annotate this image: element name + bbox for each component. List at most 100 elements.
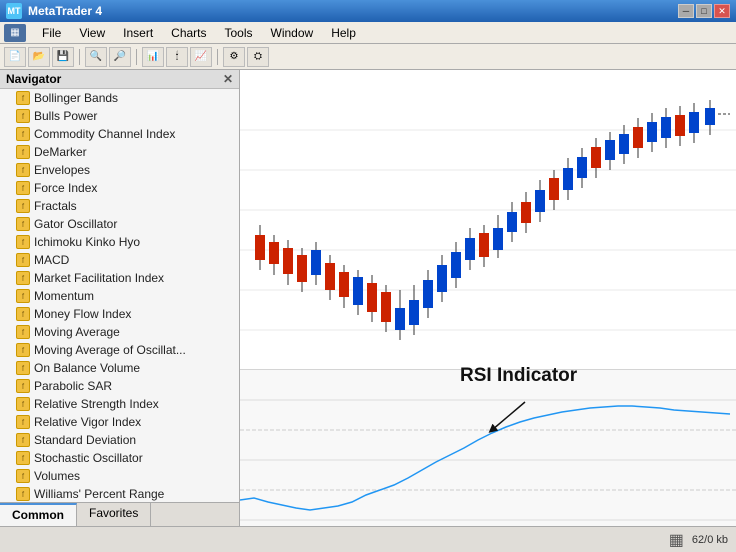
indicator-label: Force Index <box>34 181 97 195</box>
title-bar: MT MetaTrader 4 ─ □ ✕ <box>0 0 736 22</box>
nav-item[interactable]: f Ichimoku Kinko Hyo <box>0 233 239 251</box>
indicator-icon: f <box>16 379 30 393</box>
nav-item[interactable]: f Bollinger Bands <box>0 89 239 107</box>
indicator-icon: f <box>16 253 30 267</box>
toolbar-save[interactable]: 💾 <box>52 47 74 67</box>
indicator-label: DeMarker <box>34 145 87 159</box>
indicator-icon: f <box>16 307 30 321</box>
toolbar-settings[interactable]: ⛭ <box>247 47 269 67</box>
nav-item[interactable]: f Gator Oscillator <box>0 215 239 233</box>
indicator-icon: f <box>16 181 30 195</box>
indicator-icon: f <box>16 469 30 483</box>
indicator-icon: f <box>16 343 30 357</box>
toolbar-zoom-out[interactable]: 🔎 <box>109 47 131 67</box>
indicator-label: Williams' Percent Range <box>34 487 164 501</box>
toolbar-sep1 <box>79 49 80 65</box>
nav-item[interactable]: f DeMarker <box>0 143 239 161</box>
toolbar-open[interactable]: 📂 <box>28 47 50 67</box>
indicator-label: Standard Deviation <box>34 433 136 447</box>
status-bar: ▦ 62/0 kb <box>0 526 736 552</box>
indicator-icon: f <box>16 415 30 429</box>
status-chart-icon: ▦ <box>669 530 684 550</box>
nav-item[interactable]: f Stochastic Oscillator <box>0 449 239 467</box>
indicator-label: Market Facilitation Index <box>34 271 164 285</box>
nav-item[interactable]: f Relative Vigor Index <box>0 413 239 431</box>
indicator-icon: f <box>16 325 30 339</box>
navigator-list[interactable]: f Bollinger Bands f Bulls Power f Commod… <box>0 89 239 502</box>
toolbar: 📄 📂 💾 🔍 🔎 📊 🕯 📈 ⚙ ⛭ <box>0 44 736 70</box>
indicator-label: Gator Oscillator <box>34 217 117 231</box>
indicator-label: Money Flow Index <box>34 307 131 321</box>
window-controls: ─ □ ✕ <box>678 4 730 18</box>
nav-item[interactable]: f Moving Average of Oscillat... <box>0 341 239 359</box>
title-bar-title: MetaTrader 4 <box>28 4 102 18</box>
indicator-label: On Balance Volume <box>34 361 140 375</box>
indicator-icon: f <box>16 163 30 177</box>
indicator-label: Parabolic SAR <box>34 379 112 393</box>
minimize-button[interactable]: ─ <box>678 4 694 18</box>
indicator-icon: f <box>16 145 30 159</box>
indicator-label: Momentum <box>34 289 94 303</box>
navigator-panel: Navigator ✕ f Bollinger Bands f Bulls Po… <box>0 70 240 526</box>
indicator-label: Relative Vigor Index <box>34 415 141 429</box>
indicator-label: Moving Average of Oscillat... <box>34 343 186 357</box>
indicator-label: Stochastic Oscillator <box>34 451 143 465</box>
nav-item[interactable]: f Market Facilitation Index <box>0 269 239 287</box>
menu-tools[interactable]: Tools <box>217 24 261 42</box>
indicator-icon: f <box>16 127 30 141</box>
menu-file[interactable]: File <box>34 24 69 42</box>
chart-area[interactable]: RSI Indicator <box>240 70 736 526</box>
indicator-icon: f <box>16 451 30 465</box>
nav-item[interactable]: f Money Flow Index <box>0 305 239 323</box>
tab-favorites[interactable]: Favorites <box>77 503 151 526</box>
menu-help[interactable]: Help <box>323 24 364 42</box>
indicator-icon: f <box>16 199 30 213</box>
toolbar-new[interactable]: 📄 <box>4 47 26 67</box>
nav-item[interactable]: f Commodity Channel Index <box>0 125 239 143</box>
tab-common[interactable]: Common <box>0 503 77 526</box>
toolbar-candle[interactable]: 🕯 <box>166 47 188 67</box>
app-menu-icon: ▦ <box>4 24 26 42</box>
nav-item[interactable]: f MACD <box>0 251 239 269</box>
indicator-icon: f <box>16 433 30 447</box>
nav-item[interactable]: f Volumes <box>0 467 239 485</box>
toolbar-zoom-in[interactable]: 🔍 <box>85 47 107 67</box>
indicator-icon: f <box>16 109 30 123</box>
nav-item[interactable]: f Relative Strength Index <box>0 395 239 413</box>
indicator-icon: f <box>16 487 30 501</box>
indicator-icon: f <box>16 217 30 231</box>
toolbar-bar-chart[interactable]: 📊 <box>142 47 164 67</box>
nav-item[interactable]: f Moving Average <box>0 323 239 341</box>
indicator-label: Relative Strength Index <box>34 397 159 411</box>
indicator-label: Envelopes <box>34 163 90 177</box>
indicator-label: Bulls Power <box>34 109 97 123</box>
nav-item[interactable]: f Williams' Percent Range <box>0 485 239 502</box>
menu-view[interactable]: View <box>71 24 113 42</box>
nav-item[interactable]: f Bulls Power <box>0 107 239 125</box>
main-area: Navigator ✕ f Bollinger Bands f Bulls Po… <box>0 70 736 526</box>
navigator-close-button[interactable]: ✕ <box>223 72 233 86</box>
close-button[interactable]: ✕ <box>714 4 730 18</box>
nav-item[interactable]: f Parabolic SAR <box>0 377 239 395</box>
app-icon: MT <box>6 3 22 19</box>
toolbar-line[interactable]: 📈 <box>190 47 212 67</box>
nav-item[interactable]: f Standard Deviation <box>0 431 239 449</box>
menu-insert[interactable]: Insert <box>115 24 161 42</box>
menu-window[interactable]: Window <box>263 24 322 42</box>
toolbar-indicators[interactable]: ⚙ <box>223 47 245 67</box>
indicator-icon: f <box>16 91 30 105</box>
nav-item[interactable]: f Envelopes <box>0 161 239 179</box>
toolbar-sep3 <box>217 49 218 65</box>
nav-item[interactable]: f Force Index <box>0 179 239 197</box>
indicator-label: Moving Average <box>34 325 120 339</box>
indicator-icon: f <box>16 235 30 249</box>
nav-item[interactable]: f Fractals <box>0 197 239 215</box>
indicator-icon: f <box>16 271 30 285</box>
nav-item[interactable]: f On Balance Volume <box>0 359 239 377</box>
navigator-tabs: Common Favorites <box>0 502 239 526</box>
nav-item[interactable]: f Momentum <box>0 287 239 305</box>
restore-button[interactable]: □ <box>696 4 712 18</box>
navigator-title: Navigator <box>6 72 61 86</box>
menu-charts[interactable]: Charts <box>163 24 214 42</box>
indicator-label: Commodity Channel Index <box>34 127 175 141</box>
